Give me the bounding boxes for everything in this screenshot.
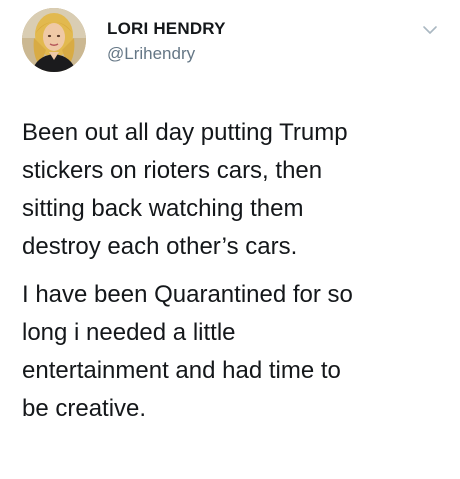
author-handle[interactable]: @Lrihendry	[107, 44, 195, 64]
tweet-line: I have been Quarantined for so	[22, 281, 353, 308]
avatar[interactable]	[22, 8, 86, 72]
tweet-line: destroy each other’s cars.	[22, 233, 298, 260]
tweet-card: LORI HENDRY @Lrihendry Been out all day …	[0, 0, 460, 479]
tweet-line: sitting back watching them	[22, 195, 304, 222]
tweet-paragraph: I have been Quarantined for so long i ne…	[22, 276, 442, 428]
author-display-name[interactable]: LORI HENDRY	[107, 19, 226, 39]
chevron-down-icon[interactable]	[422, 22, 438, 38]
tweet-line: be creative.	[22, 395, 147, 422]
tweet-line: entertainment and had time to	[22, 357, 341, 384]
tweet-line: Been out all day putting Trump	[22, 119, 348, 146]
tweet-paragraph: Been out all day putting Trump stickers …	[22, 114, 442, 266]
tweet-text: Been out all day putting Trump stickers …	[22, 114, 442, 428]
tweet-line: long i needed a little	[22, 319, 236, 346]
tweet-line: stickers on rioters cars, then	[22, 157, 323, 184]
profile-photo-icon	[22, 8, 86, 72]
